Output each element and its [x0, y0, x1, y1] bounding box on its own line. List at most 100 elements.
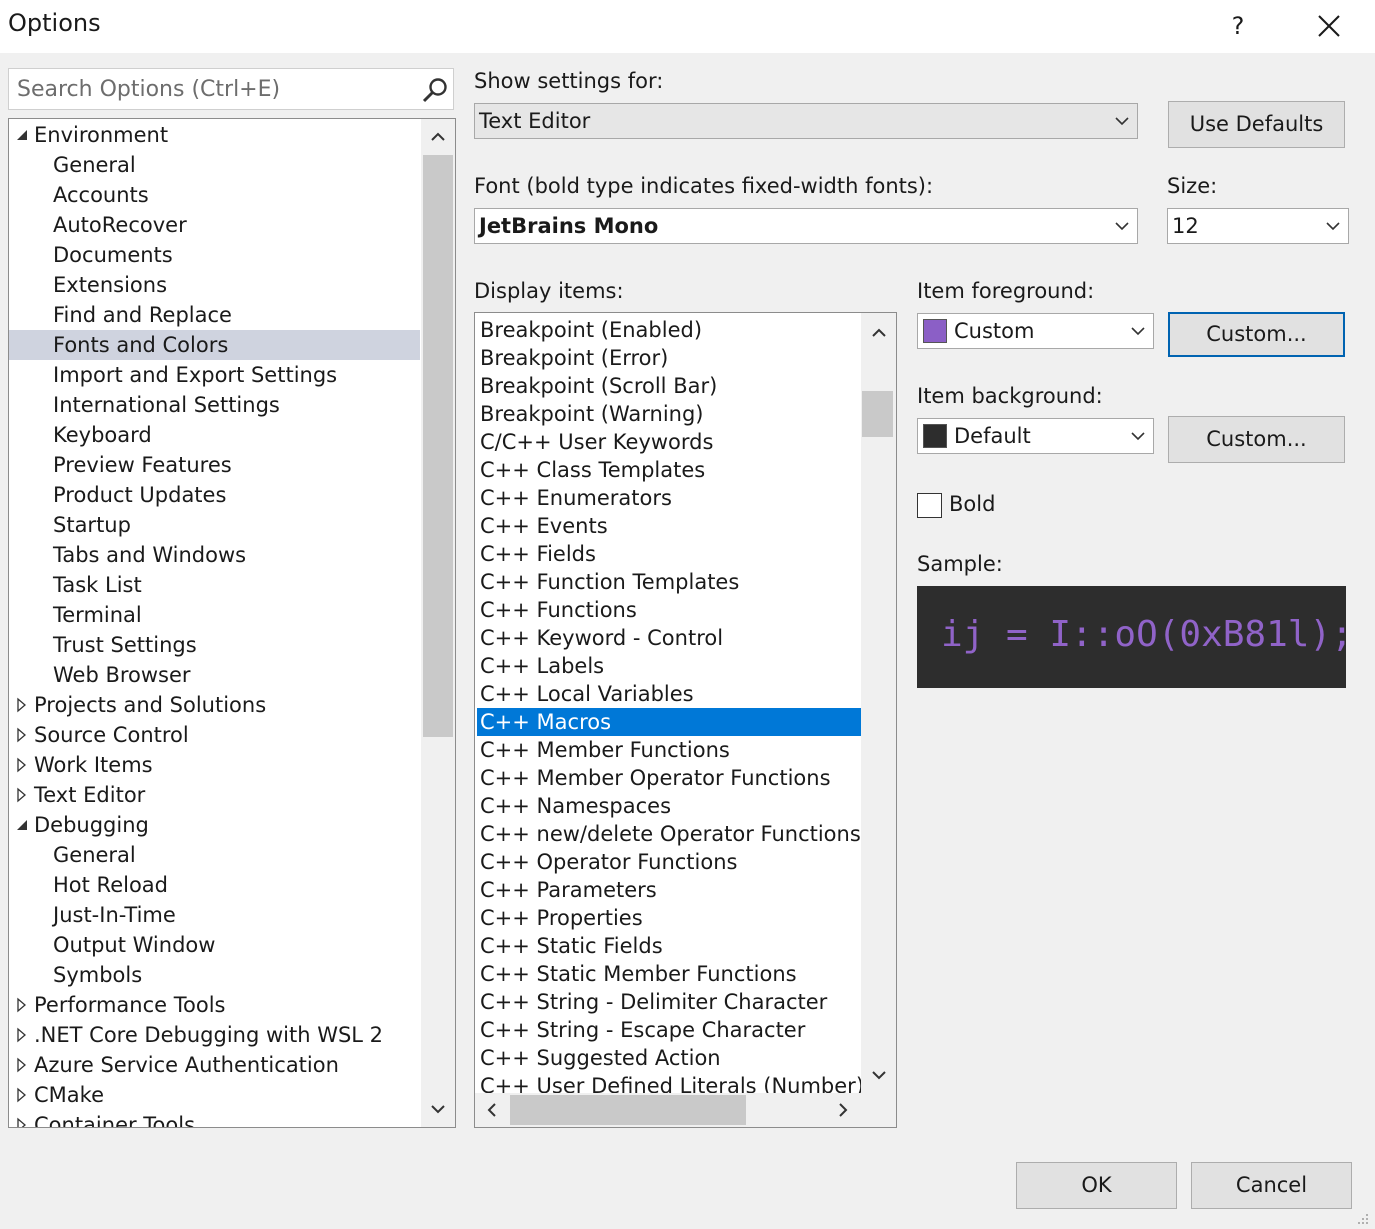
- expanded-arrow-icon[interactable]: [15, 120, 29, 150]
- tree-item[interactable]: Performance Tools: [9, 990, 420, 1020]
- display-item[interactable]: C++ Local Variables: [477, 680, 861, 708]
- collapsed-arrow-icon[interactable]: [15, 1080, 29, 1110]
- tree-item[interactable]: Environment: [9, 120, 420, 150]
- tree-item[interactable]: .NET Core Debugging with WSL 2: [9, 1020, 420, 1050]
- display-item[interactable]: Breakpoint (Warning): [477, 400, 861, 428]
- tree-item[interactable]: Product Updates: [9, 480, 420, 510]
- tree-item[interactable]: Trust Settings: [9, 630, 420, 660]
- tree-item[interactable]: General: [9, 840, 420, 870]
- close-button[interactable]: [1306, 6, 1350, 46]
- display-items-hscrollbar-thumb[interactable]: [510, 1095, 746, 1125]
- display-item[interactable]: C++ Macros: [477, 708, 861, 736]
- help-button[interactable]: ?: [1216, 6, 1260, 46]
- display-item[interactable]: C++ Suggested Action: [477, 1044, 861, 1072]
- display-item[interactable]: C++ Properties: [477, 904, 861, 932]
- search-input[interactable]: [17, 75, 412, 103]
- tree-item[interactable]: Work Items: [9, 750, 420, 780]
- collapsed-arrow-icon[interactable]: [15, 990, 29, 1020]
- use-defaults-button[interactable]: Use Defaults: [1168, 101, 1345, 148]
- display-item[interactable]: C/C++ User Keywords: [477, 428, 861, 456]
- tree-item[interactable]: Keyboard: [9, 420, 420, 450]
- tree-item[interactable]: Projects and Solutions: [9, 690, 420, 720]
- tree-item[interactable]: Source Control: [9, 720, 420, 750]
- tree-item[interactable]: Startup: [9, 510, 420, 540]
- tree-item[interactable]: Symbols: [9, 960, 420, 990]
- display-item[interactable]: C++ String - Delimiter Character: [477, 988, 861, 1016]
- tree-item[interactable]: International Settings: [9, 390, 420, 420]
- display-item[interactable]: C++ Functions: [477, 596, 861, 624]
- display-item[interactable]: C++ Parameters: [477, 876, 861, 904]
- tree-item[interactable]: Import and Export Settings: [9, 360, 420, 390]
- display-item[interactable]: C++ new/delete Operator Functions: [477, 820, 861, 848]
- collapsed-arrow-icon[interactable]: [15, 720, 29, 750]
- display-item[interactable]: C++ Static Member Functions: [477, 960, 861, 988]
- tree-scrollbar-thumb[interactable]: [423, 155, 453, 737]
- item-foreground-select[interactable]: Custom: [917, 313, 1154, 349]
- show-settings-for-select[interactable]: Text Editor: [474, 103, 1138, 139]
- chevron-left-icon[interactable]: [487, 1102, 497, 1118]
- chevron-down-icon[interactable]: [430, 1104, 446, 1114]
- collapsed-arrow-icon[interactable]: [15, 1110, 29, 1128]
- display-item[interactable]: C++ String - Escape Character: [477, 1016, 861, 1044]
- ok-button[interactable]: OK: [1016, 1162, 1177, 1209]
- display-items-hscrollbar[interactable]: [475, 1093, 861, 1127]
- bold-checkbox[interactable]: [917, 493, 942, 518]
- tree-item[interactable]: AutoRecover: [9, 210, 420, 240]
- tree-item[interactable]: CMake: [9, 1080, 420, 1110]
- display-item[interactable]: C++ Class Templates: [477, 456, 861, 484]
- display-item[interactable]: C++ Function Templates: [477, 568, 861, 596]
- bold-label[interactable]: Bold: [949, 492, 995, 516]
- chevron-down-icon[interactable]: [871, 1070, 887, 1080]
- collapsed-arrow-icon[interactable]: [15, 1050, 29, 1080]
- tree-item[interactable]: Fonts and Colors: [9, 330, 420, 360]
- tree-item[interactable]: Just-In-Time: [9, 900, 420, 930]
- collapsed-arrow-icon[interactable]: [15, 690, 29, 720]
- tree-item[interactable]: Azure Service Authentication: [9, 1050, 420, 1080]
- display-item[interactable]: C++ Operator Functions: [477, 848, 861, 876]
- display-item[interactable]: C++ Keyword - Control: [477, 624, 861, 652]
- options-tree[interactable]: Environment General Accounts AutoRecover Doc…: [8, 118, 456, 1128]
- tree-item[interactable]: Debugging: [9, 810, 420, 840]
- display-item[interactable]: C++ Labels: [477, 652, 861, 680]
- display-item[interactable]: C++ Namespaces: [477, 792, 861, 820]
- size-select[interactable]: 12: [1167, 208, 1349, 244]
- foreground-custom-button[interactable]: Custom...: [1168, 312, 1345, 357]
- resize-grip-icon[interactable]: [1354, 1210, 1370, 1226]
- display-items-vscrollbar[interactable]: [861, 313, 896, 1093]
- expanded-arrow-icon[interactable]: [15, 810, 29, 840]
- tree-item[interactable]: Web Browser: [9, 660, 420, 690]
- font-select[interactable]: JetBrains Mono: [474, 208, 1138, 244]
- background-custom-button[interactable]: Custom...: [1168, 416, 1345, 463]
- display-item[interactable]: Breakpoint (Scroll Bar): [477, 372, 861, 400]
- collapsed-arrow-icon[interactable]: [15, 750, 29, 780]
- tree-item[interactable]: Extensions: [9, 270, 420, 300]
- display-item[interactable]: C++ Member Functions: [477, 736, 861, 764]
- display-item[interactable]: C++ Member Operator Functions: [477, 764, 861, 792]
- display-item[interactable]: C++ Enumerators: [477, 484, 861, 512]
- tree-item[interactable]: Container Tools: [9, 1110, 420, 1128]
- display-item[interactable]: Breakpoint (Error): [477, 344, 861, 372]
- tree-item[interactable]: General: [9, 150, 420, 180]
- tree-item[interactable]: Output Window: [9, 930, 420, 960]
- tree-item[interactable]: Text Editor: [9, 780, 420, 810]
- tree-scrollbar[interactable]: [421, 119, 455, 1127]
- tree-item[interactable]: Hot Reload: [9, 870, 420, 900]
- tree-item[interactable]: Find and Replace: [9, 300, 420, 330]
- collapsed-arrow-icon[interactable]: [15, 1020, 29, 1050]
- display-item[interactable]: C++ Fields: [477, 540, 861, 568]
- search-box[interactable]: [8, 68, 454, 110]
- display-item[interactable]: C++ Events: [477, 512, 861, 540]
- display-items-list[interactable]: Breakpoint (Enabled) Breakpoint (Error) Br…: [474, 312, 897, 1128]
- search-icon[interactable]: [421, 76, 449, 104]
- collapsed-arrow-icon[interactable]: [15, 780, 29, 810]
- chevron-up-icon[interactable]: [430, 132, 446, 142]
- cancel-button[interactable]: Cancel: [1191, 1162, 1352, 1209]
- chevron-right-icon[interactable]: [838, 1102, 848, 1118]
- display-item[interactable]: C++ Static Fields: [477, 932, 861, 960]
- tree-item[interactable]: Task List: [9, 570, 420, 600]
- display-items-vscrollbar-thumb[interactable]: [862, 391, 893, 437]
- tree-item[interactable]: Terminal: [9, 600, 420, 630]
- chevron-up-icon[interactable]: [871, 328, 887, 338]
- item-background-select[interactable]: Default: [917, 418, 1154, 454]
- display-item[interactable]: Breakpoint (Enabled): [477, 316, 861, 344]
